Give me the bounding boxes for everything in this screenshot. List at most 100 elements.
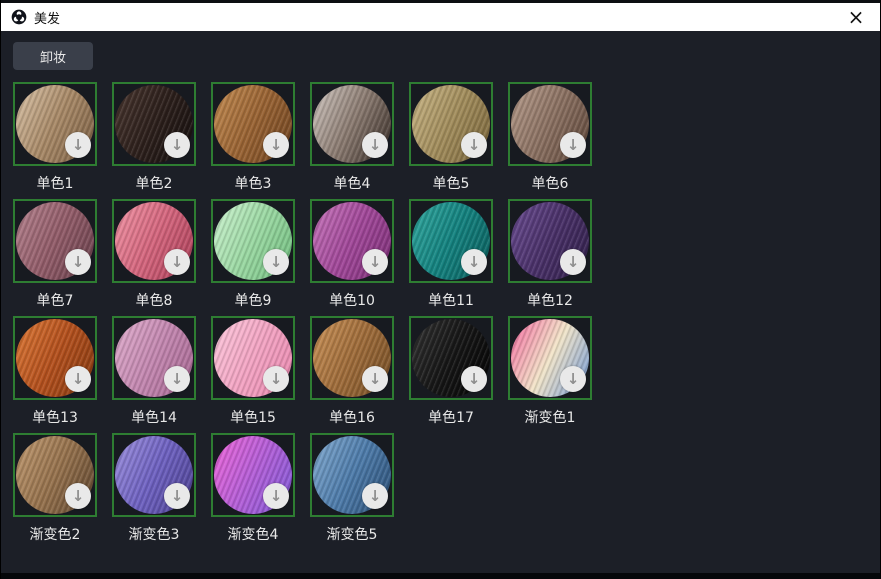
hair-color-item: ↓ 单色14 [112, 316, 196, 433]
download-icon[interactable]: ↓ [461, 366, 487, 392]
download-icon[interactable]: ↓ [65, 366, 91, 392]
hair-swatch-label: 渐变色2 [13, 517, 97, 550]
hair-swatch-tile[interactable]: ↓ [310, 199, 394, 283]
download-icon[interactable]: ↓ [263, 132, 289, 158]
hair-color-item: ↓ 单色6 [508, 82, 592, 199]
hair-swatch-tile[interactable]: ↓ [508, 316, 592, 400]
hair-swatch-label: 单色12 [508, 283, 592, 316]
hair-swatch-tile[interactable]: ↓ [211, 316, 295, 400]
hair-swatch-tile[interactable]: ↓ [409, 316, 493, 400]
hair-swatch-label: 渐变色4 [211, 517, 295, 550]
hair-swatch-label: 单色6 [508, 166, 592, 199]
download-icon[interactable]: ↓ [362, 132, 388, 158]
hair-swatch-image: ↓ [16, 85, 94, 163]
hair-swatch-image: ↓ [115, 85, 193, 163]
hair-swatch-tile[interactable]: ↓ [409, 82, 493, 166]
download-icon[interactable]: ↓ [560, 366, 586, 392]
down-arrow-icon: ↓ [171, 489, 184, 504]
hair-swatch-image: ↓ [412, 85, 490, 163]
hair-swatch-tile[interactable]: ↓ [13, 82, 97, 166]
hair-swatch-label: 单色15 [211, 400, 295, 433]
remove-makeup-button[interactable]: 卸妆 [13, 42, 93, 70]
download-icon[interactable]: ↓ [263, 249, 289, 275]
hair-swatch-tile[interactable]: ↓ [508, 199, 592, 283]
hair-swatch-image: ↓ [412, 319, 490, 397]
hair-swatch-tile[interactable]: ↓ [310, 82, 394, 166]
hair-swatch-label: 单色14 [112, 400, 196, 433]
window-title: 美发 [34, 8, 60, 27]
download-icon[interactable]: ↓ [461, 132, 487, 158]
download-icon[interactable]: ↓ [164, 249, 190, 275]
down-arrow-icon: ↓ [468, 138, 481, 153]
download-icon[interactable]: ↓ [164, 483, 190, 509]
hair-color-item: ↓ 单色4 [310, 82, 394, 199]
hair-swatch-tile[interactable]: ↓ [112, 82, 196, 166]
hair-swatch-tile[interactable]: ↓ [13, 433, 97, 517]
titlebar[interactable]: 美发 × [1, 3, 880, 31]
hair-swatch-image: ↓ [16, 202, 94, 280]
down-arrow-icon: ↓ [369, 255, 382, 270]
hair-swatch-image: ↓ [313, 436, 391, 514]
hair-color-item: ↓ 单色9 [211, 199, 295, 316]
down-arrow-icon: ↓ [171, 138, 184, 153]
hair-color-item: ↓ 单色10 [310, 199, 394, 316]
hair-color-item: ↓ 单色2 [112, 82, 196, 199]
hair-swatch-tile[interactable]: ↓ [310, 433, 394, 517]
hair-swatch-image: ↓ [214, 319, 292, 397]
hair-swatch-label: 单色17 [409, 400, 493, 433]
hair-swatch-tile[interactable]: ↓ [112, 199, 196, 283]
hair-swatch-image: ↓ [313, 319, 391, 397]
down-arrow-icon: ↓ [171, 255, 184, 270]
hair-swatch-label: 单色8 [112, 283, 196, 316]
download-icon[interactable]: ↓ [164, 132, 190, 158]
hair-color-item: ↓ 渐变色5 [310, 433, 394, 550]
hair-swatch-tile[interactable]: ↓ [112, 433, 196, 517]
hair-swatch-label: 渐变色3 [112, 517, 196, 550]
download-icon[interactable]: ↓ [65, 249, 91, 275]
hair-swatch-label: 渐变色1 [508, 400, 592, 433]
down-arrow-icon: ↓ [270, 138, 283, 153]
hair-swatch-image: ↓ [16, 436, 94, 514]
hair-swatch-tile[interactable]: ↓ [211, 433, 295, 517]
hair-color-item: ↓ 单色5 [409, 82, 493, 199]
hair-swatch-tile[interactable]: ↓ [211, 82, 295, 166]
hair-swatch-tile[interactable]: ↓ [310, 316, 394, 400]
down-arrow-icon: ↓ [369, 138, 382, 153]
hair-swatch-image: ↓ [214, 85, 292, 163]
download-icon[interactable]: ↓ [461, 249, 487, 275]
hair-swatch-tile[interactable]: ↓ [112, 316, 196, 400]
hair-swatch-label: 单色1 [13, 166, 97, 199]
hair-color-item: ↓ 单色17 [409, 316, 493, 433]
down-arrow-icon: ↓ [567, 372, 580, 387]
hair-swatch-label: 单色9 [211, 283, 295, 316]
hair-color-grid: ↓ 单色1 ↓ 单色2 ↓ 单色3 [13, 82, 868, 550]
hair-swatch-tile[interactable]: ↓ [211, 199, 295, 283]
hair-swatch-tile[interactable]: ↓ [508, 82, 592, 166]
hair-swatch-image: ↓ [511, 319, 589, 397]
download-icon[interactable]: ↓ [65, 132, 91, 158]
down-arrow-icon: ↓ [72, 489, 85, 504]
hair-color-item: ↓ 单色13 [13, 316, 97, 433]
download-icon[interactable]: ↓ [362, 483, 388, 509]
download-icon[interactable]: ↓ [263, 483, 289, 509]
download-icon[interactable]: ↓ [362, 366, 388, 392]
hair-swatch-label: 单色11 [409, 283, 493, 316]
hair-swatch-image: ↓ [511, 85, 589, 163]
hair-swatch-tile[interactable]: ↓ [13, 316, 97, 400]
download-icon[interactable]: ↓ [65, 483, 91, 509]
close-icon[interactable]: × [842, 7, 870, 27]
hair-color-item: ↓ 单色1 [13, 82, 97, 199]
download-icon[interactable]: ↓ [362, 249, 388, 275]
download-icon[interactable]: ↓ [560, 132, 586, 158]
hair-swatch-image: ↓ [214, 202, 292, 280]
hair-swatch-image: ↓ [115, 202, 193, 280]
hair-swatch-label: 渐变色5 [310, 517, 394, 550]
download-icon[interactable]: ↓ [263, 366, 289, 392]
down-arrow-icon: ↓ [72, 138, 85, 153]
hair-swatch-tile[interactable]: ↓ [13, 199, 97, 283]
hair-color-item: ↓ 单色8 [112, 199, 196, 316]
hair-swatch-label: 单色4 [310, 166, 394, 199]
hair-swatch-tile[interactable]: ↓ [409, 199, 493, 283]
download-icon[interactable]: ↓ [164, 366, 190, 392]
download-icon[interactable]: ↓ [560, 249, 586, 275]
